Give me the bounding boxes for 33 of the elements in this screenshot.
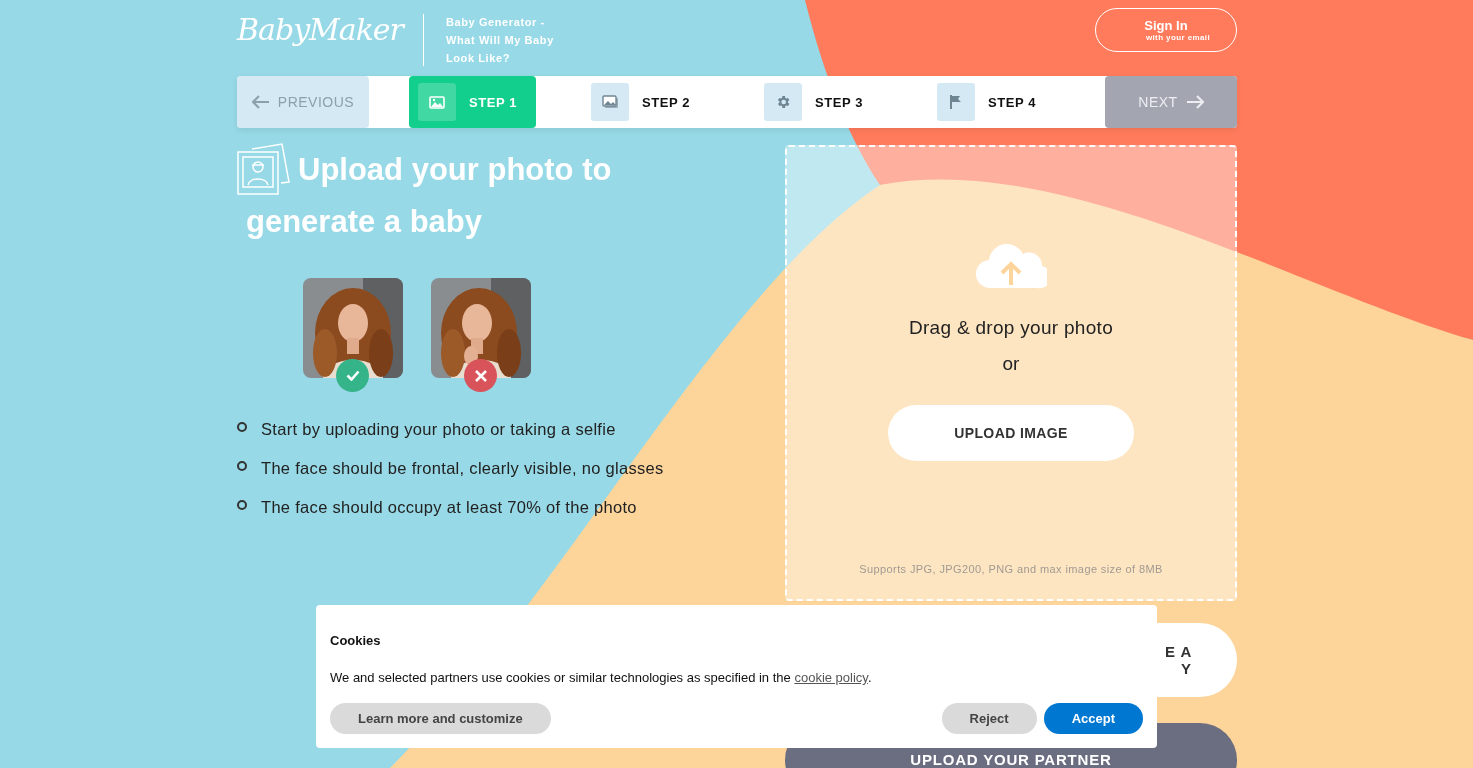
bullet-icon — [237, 499, 247, 510]
tip-text: The face should occupy at least 70% of the photo — [261, 498, 637, 517]
format-note: Supports JPG, JPG200, PNG and max image size of 8MB — [859, 563, 1163, 575]
dropzone[interactable]: Drag & drop your photo or UPLOAD IMAGE Supports JPG, JPG200, PNG and max image size of 8MB — [785, 145, 1237, 601]
gear-icon — [775, 94, 791, 110]
or-text: or — [1002, 353, 1020, 375]
step-tab[interactable]: STEP 4 — [928, 76, 1101, 128]
bullet-icon — [237, 460, 247, 471]
tagline: What Will My Baby — [445, 33, 554, 48]
portrait-photo-icon — [237, 143, 290, 196]
dialog-title: Cookies — [330, 633, 382, 648]
tip-text: Start by uploading your photo or taking a selfie — [261, 420, 616, 439]
customize-button[interactable]: Learn more and customize — [330, 703, 551, 734]
step-tab[interactable]: STEP 2 — [582, 76, 755, 128]
cookie-text: We and selected partners use cookies or similar technologies as specified in the cookie policy. — [330, 670, 873, 685]
upload-image-button[interactable]: UPLOAD IMAGE — [888, 405, 1134, 461]
tip-text: The face should be frontal, clearly visible, no glasses — [261, 459, 664, 478]
bullet-icon — [237, 421, 247, 432]
images-icon — [601, 95, 619, 109]
arrow-right-icon — [1185, 95, 1204, 109]
image-icon — [429, 95, 445, 109]
arrow-left-icon — [251, 95, 270, 109]
drop-prompt: Drag & drop your photo — [908, 317, 1114, 339]
tagline: Look Like? — [445, 51, 512, 66]
cookie-policy-link[interactable]: cookie policy — [794, 670, 868, 685]
tagline: Baby Generator - — [445, 15, 546, 30]
cloud-upload-icon — [975, 243, 1047, 289]
flag-icon — [948, 94, 964, 110]
reject-button[interactable]: Reject — [941, 703, 1037, 734]
page-title: generate a baby — [245, 203, 483, 241]
accept-button[interactable]: Accept — [1043, 703, 1143, 734]
page-title: Upload your photo to — [298, 150, 612, 189]
step-tab[interactable]: STEP 3 — [755, 76, 928, 128]
